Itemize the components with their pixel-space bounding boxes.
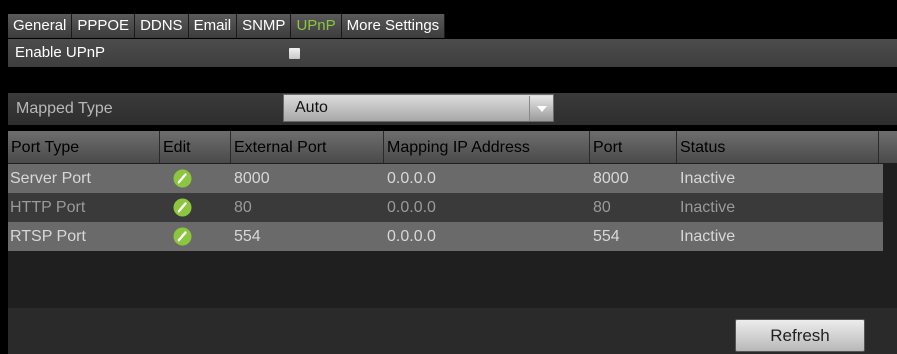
tab-more-settings[interactable]: More Settings <box>341 14 446 38</box>
pencil-icon[interactable] <box>173 169 192 188</box>
table-row[interactable]: RTSP Port 554 0.0.0.0 554 Inactive <box>8 222 883 251</box>
column-header-port: Port <box>590 131 677 163</box>
refresh-button[interactable]: Refresh <box>735 319 865 352</box>
cell-port: 8000 <box>593 170 629 187</box>
table-row[interactable]: Server Port 8000 0.0.0.0 8000 Inactive <box>8 164 883 193</box>
pencil-icon[interactable] <box>173 198 192 217</box>
tab-snmp[interactable]: SNMP <box>237 14 292 38</box>
pencil-icon[interactable] <box>173 227 192 246</box>
tab-bar: General PPPOE DDNS Email SNMP UPnP More … <box>8 14 446 38</box>
column-header-status: Status <box>677 131 879 163</box>
mapped-type-value: Auto <box>295 99 328 116</box>
tab-upnp[interactable]: UPnP <box>291 14 342 38</box>
cell-port: 554 <box>593 228 620 245</box>
enable-upnp-checkbox[interactable] <box>289 48 300 59</box>
port-mapping-table: Port Type Edit External Port Mapping IP … <box>8 131 897 354</box>
cell-mapping-ip: 0.0.0.0 <box>387 170 436 187</box>
cell-port-type: Server Port <box>10 170 91 187</box>
cell-mapping-ip: 0.0.0.0 <box>387 199 436 216</box>
mapped-type-label: Mapped Type <box>16 100 113 117</box>
cell-port: 80 <box>593 199 611 216</box>
cell-external-port: 80 <box>234 199 252 216</box>
upnp-settings-panel: General PPPOE DDNS Email SNMP UPnP More … <box>8 8 897 354</box>
tab-email[interactable]: Email <box>188 14 238 38</box>
column-header-spacer <box>879 131 897 163</box>
table-header: Port Type Edit External Port Mapping IP … <box>8 131 897 163</box>
column-header-edit: Edit <box>160 131 231 163</box>
mapped-type-select[interactable]: Auto <box>283 94 554 122</box>
cell-port-type: RTSP Port <box>10 228 86 245</box>
cell-status: Inactive <box>680 199 736 216</box>
column-header-mapping-ip: Mapping IP Address <box>384 131 590 163</box>
cell-port-type: HTTP Port <box>10 199 86 216</box>
cell-status: Inactive <box>680 170 736 187</box>
tab-pppoe[interactable]: PPPOE <box>72 14 136 38</box>
column-header-external-port: External Port <box>231 131 384 163</box>
enable-upnp-row: Enable UPnP <box>8 39 897 67</box>
enable-upnp-label: Enable UPnP <box>15 44 106 61</box>
tab-general[interactable]: General <box>8 14 73 38</box>
cell-status: Inactive <box>680 228 736 245</box>
cell-mapping-ip: 0.0.0.0 <box>387 228 436 245</box>
cell-external-port: 554 <box>234 228 261 245</box>
cell-external-port: 8000 <box>234 170 270 187</box>
tab-ddns[interactable]: DDNS <box>135 14 189 38</box>
table-row[interactable]: HTTP Port 80 0.0.0.0 80 Inactive <box>8 193 883 222</box>
column-header-port-type: Port Type <box>8 131 160 163</box>
mapped-type-row: Mapped Type Auto <box>8 93 897 125</box>
chevron-down-icon[interactable] <box>529 96 553 121</box>
